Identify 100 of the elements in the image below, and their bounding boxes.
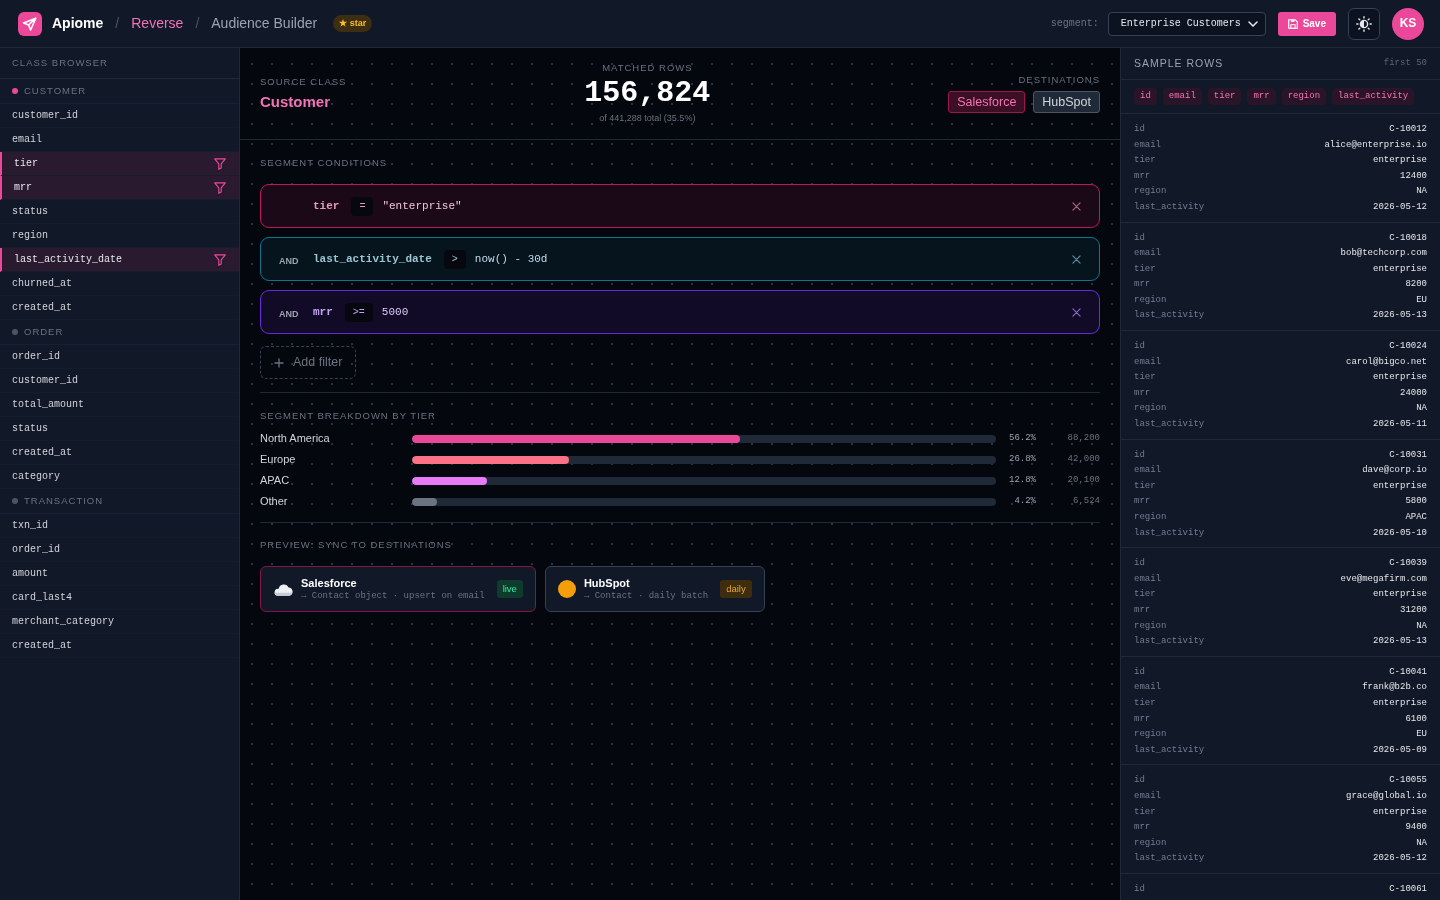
- column-chip: tier: [1207, 87, 1242, 106]
- field-item[interactable]: merchant_category: [0, 610, 239, 634]
- field-item[interactable]: category: [0, 465, 239, 489]
- field-value: EU: [1416, 729, 1427, 741]
- breadcrumb-separator: /: [115, 14, 120, 33]
- field-label: region: [1134, 729, 1167, 741]
- caret-icon: [1247, 20, 1258, 27]
- page-title: Audience Builder: [211, 14, 318, 33]
- field-value: EU: [1416, 294, 1427, 307]
- field-value: grace@global.io: [1346, 790, 1427, 803]
- field-value: eve@megafirm.com: [1340, 573, 1427, 586]
- field-item[interactable]: churned_at: [0, 272, 239, 296]
- percent-value: 26.8%: [1008, 453, 1036, 466]
- field-label: tier: [1134, 806, 1156, 819]
- field-item[interactable]: last_activity_date: [0, 248, 239, 272]
- field-item[interactable]: amount: [0, 562, 239, 586]
- close-icon[interactable]: [1072, 201, 1081, 211]
- destination-name: HubSpot: [583, 575, 631, 590]
- field-item[interactable]: card_last4: [0, 586, 239, 610]
- field-value: enterprise: [1373, 372, 1427, 384]
- destination-tag[interactable]: Salesforce: [948, 90, 1026, 113]
- field-item[interactable]: customer_id: [0, 369, 239, 393]
- field-value: 2026-05-13: [1373, 636, 1427, 648]
- field-value: NA: [1416, 620, 1427, 633]
- field-item[interactable]: tier: [0, 152, 239, 176]
- field-name: mrr: [313, 304, 333, 320]
- dot-icon: [557, 580, 576, 598]
- status-badge: daily: [720, 579, 752, 599]
- operator-chip[interactable]: >: [443, 249, 466, 269]
- field-label: last_activity: [1134, 853, 1205, 865]
- destination-tag[interactable]: HubSpot: [1033, 90, 1100, 113]
- condition-value: now() - 30d: [474, 251, 548, 267]
- field-value: 9400: [1405, 822, 1427, 834]
- field-label: last_activity: [1134, 527, 1205, 540]
- connector-label: AND: [279, 255, 299, 266]
- field-label: last_activity: [1134, 744, 1205, 757]
- field-item[interactable]: created_at: [0, 634, 239, 658]
- percent-value: 4.2%: [1013, 495, 1036, 508]
- operator-chip[interactable]: >=: [344, 302, 373, 322]
- field-label: last_activity: [1134, 310, 1205, 323]
- operator-chip[interactable]: =: [351, 196, 374, 216]
- field-label: id: [1134, 123, 1145, 136]
- field-label: region: [1134, 620, 1167, 633]
- user-avatar[interactable]: KS: [1392, 7, 1424, 40]
- field-value: enterprise: [1373, 806, 1427, 819]
- breadcrumb-link[interactable]: Reverse: [131, 14, 184, 33]
- group-title: ORDER: [24, 325, 64, 339]
- theme-toggle-button[interactable]: [1348, 7, 1380, 40]
- field-item[interactable]: order_id: [0, 538, 239, 562]
- count-value: 42,000: [1066, 453, 1100, 466]
- field-label: id: [1134, 775, 1145, 787]
- field-label: region: [1134, 512, 1167, 524]
- field-value: NA: [1416, 837, 1427, 850]
- panel-title: SAMPLE ROWS: [1134, 56, 1224, 71]
- filter-icon: [214, 253, 226, 266]
- destination-card[interactable]: Salesforce → Contact object · upsert on email live: [260, 566, 536, 612]
- segment-select[interactable]: Enterprise Customers: [1107, 11, 1266, 36]
- filter-icon: [214, 157, 226, 170]
- field-label: email: [1134, 465, 1161, 477]
- field-value: C-10041: [1389, 666, 1427, 679]
- field-item[interactable]: created_at: [0, 441, 239, 465]
- field-value: alice@enterprise.io: [1324, 139, 1427, 152]
- field-item[interactable]: status: [0, 200, 239, 224]
- add-filter-button[interactable]: Add filter: [260, 346, 357, 379]
- field-value: 2026-05-09: [1373, 744, 1427, 757]
- field-label: id: [1134, 341, 1145, 353]
- close-icon[interactable]: [1072, 307, 1081, 317]
- field-label: email: [1134, 790, 1161, 803]
- field-value: 2026-05-11: [1373, 419, 1427, 431]
- field-item[interactable]: total_amount: [0, 393, 239, 417]
- bar-label: Other: [260, 494, 289, 509]
- field-name: last_activity_date: [313, 251, 432, 267]
- condition-value: "enterprise": [382, 198, 462, 214]
- field-value: NA: [1416, 403, 1427, 416]
- field-label: region: [1134, 186, 1167, 198]
- section-label: SOURCE CLASS: [260, 75, 347, 88]
- destination-detail: → Contact object · upsert on email: [301, 590, 485, 603]
- filter-icon: [214, 181, 226, 194]
- field-item[interactable]: txn_id: [0, 514, 239, 538]
- close-icon[interactable]: [1072, 254, 1081, 264]
- column-chip: last_activity: [1332, 87, 1415, 106]
- section-title: SEGMENT BREAKDOWN BY TIER: [260, 410, 437, 422]
- field-value: NA: [1416, 186, 1427, 198]
- field-item[interactable]: status: [0, 417, 239, 441]
- field-item[interactable]: order_id: [0, 345, 239, 369]
- field-item[interactable]: mrr: [0, 176, 239, 200]
- field-label: mrr: [1134, 822, 1151, 834]
- panel-title: CLASS BROWSER: [12, 56, 108, 70]
- field-item[interactable]: customer_id: [0, 104, 239, 128]
- field-value: C-10018: [1389, 232, 1427, 245]
- field-value: C-10055: [1389, 775, 1427, 787]
- save-button[interactable]: Save: [1277, 11, 1336, 36]
- cloud-icon: [273, 582, 293, 596]
- field-item[interactable]: created_at: [0, 296, 239, 320]
- destination-name: Salesforce: [301, 575, 358, 590]
- destination-card[interactable]: HubSpot → Contact · daily batch daily: [544, 566, 765, 612]
- field-value: 2026-05-12: [1373, 853, 1427, 865]
- source-class-name: Customer: [260, 91, 331, 112]
- field-label: region: [1134, 403, 1167, 416]
- paper-plane-icon[interactable]: [18, 11, 42, 36]
